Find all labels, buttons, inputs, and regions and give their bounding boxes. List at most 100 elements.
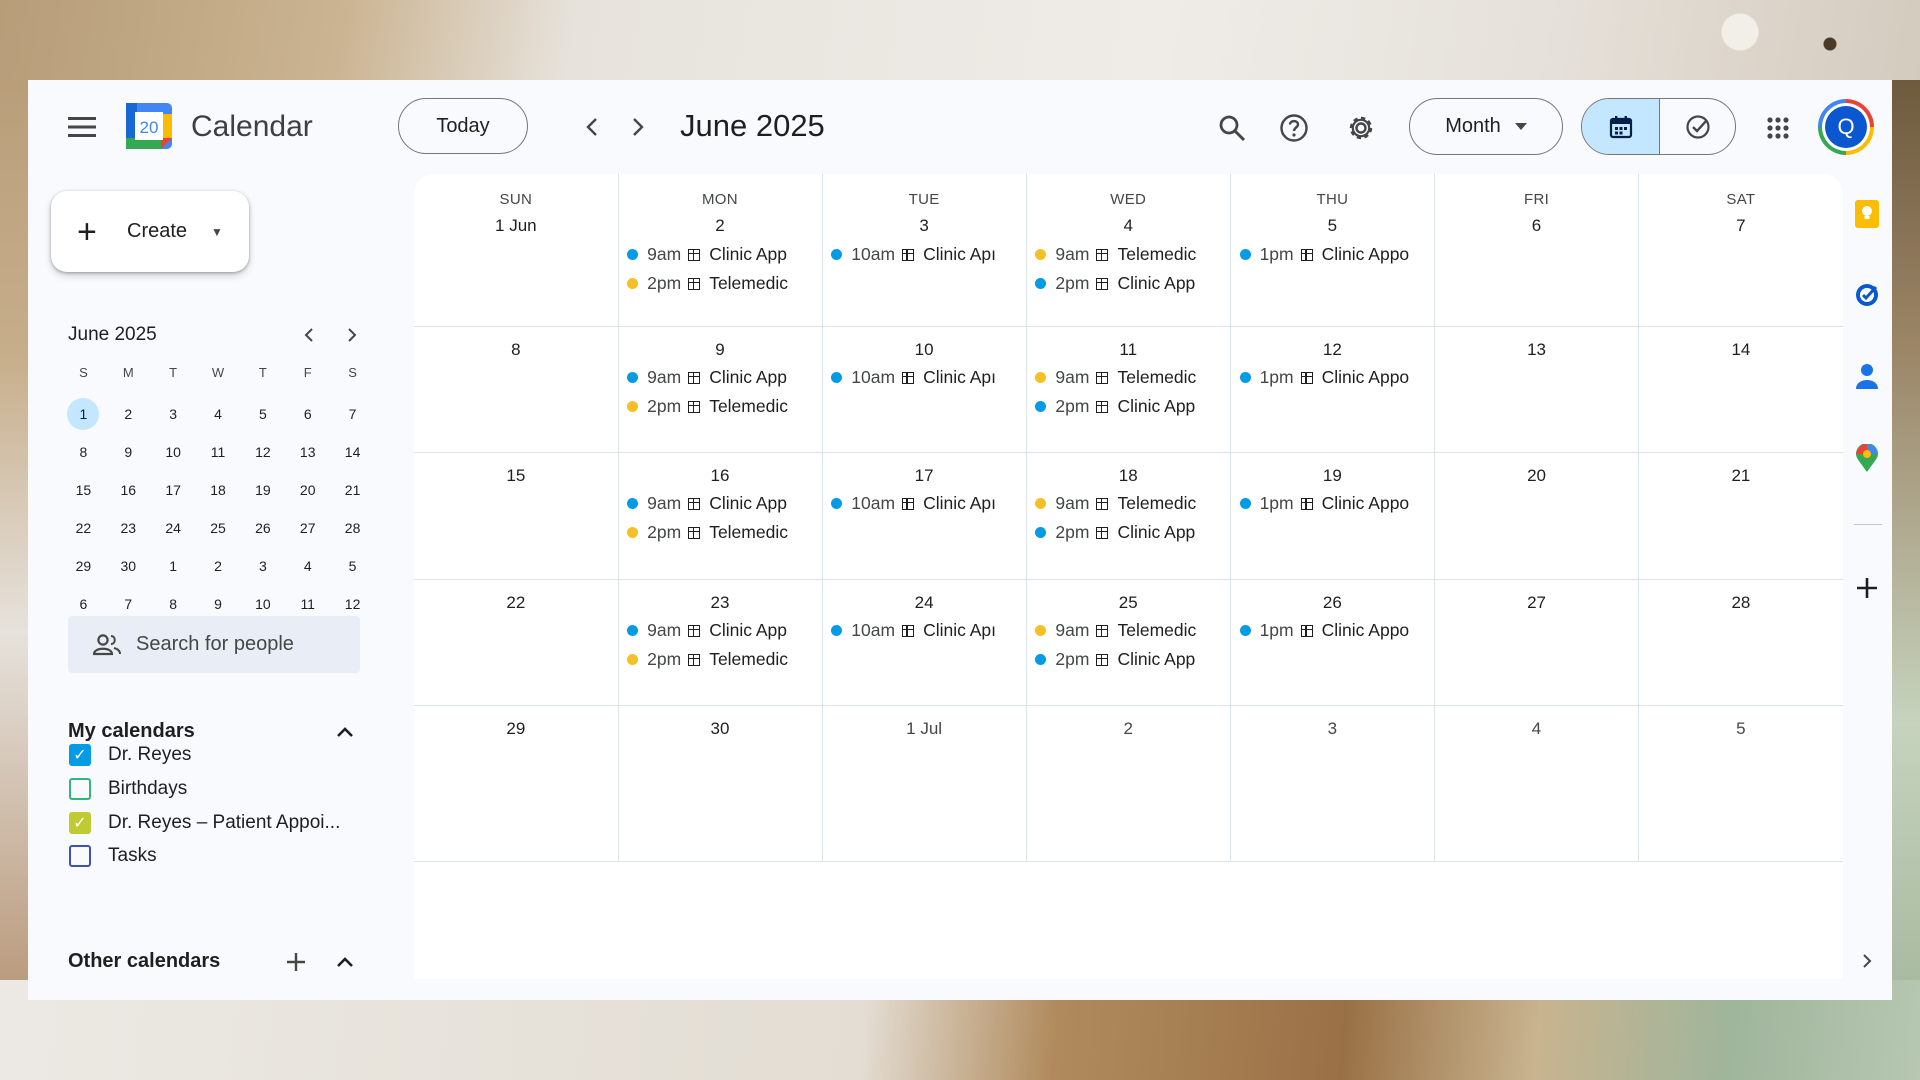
day-cell[interactable]: 30 [618,706,823,862]
mini-calendar-day[interactable]: 4 [285,547,330,585]
day-cell[interactable]: 10 10am Clinic Apı [822,327,1027,453]
day-cell[interactable]: WED 4 9am Telemedic 2pm Clinic App [1026,174,1232,327]
day-cell[interactable]: 4 [1434,706,1640,862]
day-cell[interactable]: 24 10am Clinic Apı [822,580,1027,706]
day-number[interactable]: 26 [1231,593,1435,613]
day-number[interactable]: 18 [1026,466,1230,486]
day-number[interactable]: 19 [1231,466,1435,486]
day-cell[interactable]: 8 [414,327,619,453]
day-cell[interactable]: 9 9am Clinic App 2pm Telemedic [618,327,823,453]
day-cell[interactable]: 1 Jul [822,706,1027,862]
view-selector-dropdown[interactable]: Month [1409,98,1563,155]
next-period-button[interactable] [618,107,658,147]
contacts-button[interactable] [1851,360,1883,392]
calendar-list-item[interactable]: Birthdays [68,772,187,806]
mini-calendar-day[interactable]: 28 [330,509,375,547]
day-cell[interactable]: TUE 3 10am Clinic Apı [822,174,1027,327]
event-chip[interactable]: 2pm Telemedic [627,518,818,547]
checkbox-checked[interactable]: ✓ [69,744,91,766]
tasks-button[interactable] [1851,279,1883,311]
calendar-list-item[interactable]: Tasks [68,839,157,873]
mini-calendar-day[interactable]: 13 [285,433,330,471]
day-cell[interactable]: 21 [1638,453,1843,580]
day-number[interactable]: 1 Jun [414,216,618,236]
search-button[interactable] [1210,106,1254,150]
event-chip[interactable]: 1pm Clinic Appo [1239,363,1431,392]
event-chip[interactable]: 2pm Clinic App [1035,518,1226,547]
my-calendars-collapse-button[interactable] [328,715,362,749]
day-cell[interactable]: 11 9am Telemedic 2pm Clinic App [1026,327,1232,453]
day-cell[interactable]: 22 [414,580,619,706]
day-number[interactable]: 14 [1639,340,1843,360]
event-chip[interactable]: 2pm Telemedic [627,645,818,674]
day-cell[interactable]: 5 [1638,706,1843,862]
day-number[interactable]: 16 [618,466,822,486]
event-chip[interactable]: 2pm Telemedic [627,269,818,298]
day-number[interactable]: 21 [1639,466,1843,486]
day-number[interactable]: 25 [1026,593,1230,613]
day-cell[interactable]: 25 9am Telemedic 2pm Clinic App [1026,580,1232,706]
day-number[interactable]: 13 [1435,340,1639,360]
day-cell[interactable]: 27 [1434,580,1640,706]
calendar-view-toggle[interactable] [1582,99,1660,154]
event-chip[interactable]: 9am Telemedic [1035,616,1226,645]
mini-calendar-day[interactable]: 23 [106,509,151,547]
mini-calendar-day[interactable]: 5 [330,547,375,585]
other-calendars-heading[interactable]: Other calendars [68,950,220,973]
mini-calendar-prev-button[interactable] [292,318,326,352]
tasks-view-toggle[interactable] [1660,99,1735,154]
keep-button[interactable] [1851,198,1883,230]
day-cell[interactable]: 15 [414,453,619,580]
event-chip[interactable]: 2pm Telemedic [627,392,818,421]
day-cell[interactable]: 17 10am Clinic Apı [822,453,1027,580]
event-chip[interactable]: 10am Clinic Apı [831,616,1022,645]
event-chip[interactable]: 10am Clinic Apı [831,489,1022,518]
mini-calendar-day[interactable]: 19 [240,471,285,509]
day-number[interactable]: 29 [414,719,618,739]
calendar-list-item[interactable]: ✓ Dr. Reyes – Patient Appoi... [68,806,340,840]
mini-calendar-day[interactable]: 22 [61,509,106,547]
checkbox-unchecked[interactable] [69,845,91,867]
mini-calendar-day[interactable]: 21 [330,471,375,509]
today-button[interactable]: Today [398,98,528,154]
show-side-panel-button[interactable] [1851,945,1883,977]
mini-calendar-day[interactable]: 17 [151,471,196,509]
day-cell[interactable]: 28 [1638,580,1843,706]
create-button[interactable]: + Create ▼ [51,191,249,272]
add-other-calendar-button[interactable] [279,945,313,979]
day-number[interactable]: 4 [1435,719,1639,739]
day-number[interactable]: 1 Jul [822,719,1026,739]
day-number[interactable]: 10 [822,340,1026,360]
day-number[interactable]: 22 [414,593,618,613]
checkbox-unchecked[interactable] [69,778,91,800]
mini-calendar-day[interactable]: 24 [151,509,196,547]
mini-calendar-day[interactable]: 7 [330,395,375,433]
day-number[interactable]: 12 [1231,340,1435,360]
mini-calendar-day[interactable]: 27 [285,509,330,547]
event-chip[interactable]: 2pm Clinic App [1035,269,1226,298]
day-number[interactable]: 9 [618,340,822,360]
day-number[interactable]: 7 [1639,216,1843,236]
event-chip[interactable]: 2pm Clinic App [1035,645,1226,674]
event-chip[interactable]: 9am Telemedic [1035,240,1226,269]
mini-calendar-day[interactable]: 3 [240,547,285,585]
day-number[interactable]: 27 [1435,593,1639,613]
mini-calendar-day[interactable]: 20 [285,471,330,509]
mini-calendar-day[interactable]: 30 [106,547,151,585]
day-number[interactable]: 3 [1231,719,1435,739]
day-cell[interactable]: 12 1pm Clinic Appo [1230,327,1436,453]
day-cell[interactable]: FRI 6 [1434,174,1640,327]
mini-calendar-day[interactable]: 2 [106,395,151,433]
account-avatar[interactable]: Q [1818,99,1874,155]
help-button[interactable] [1272,106,1316,150]
day-number[interactable]: 5 [1231,216,1435,236]
day-number[interactable]: 15 [414,466,618,486]
event-chip[interactable]: 9am Clinic App [627,240,818,269]
checkbox-checked[interactable]: ✓ [69,812,91,834]
mini-calendar-day[interactable]: 1 [151,547,196,585]
day-number[interactable]: 6 [1435,216,1639,236]
mini-calendar-next-button[interactable] [335,318,369,352]
get-add-ons-button[interactable] [1851,572,1883,604]
day-number[interactable]: 23 [618,593,822,613]
day-number[interactable]: 5 [1639,719,1843,739]
